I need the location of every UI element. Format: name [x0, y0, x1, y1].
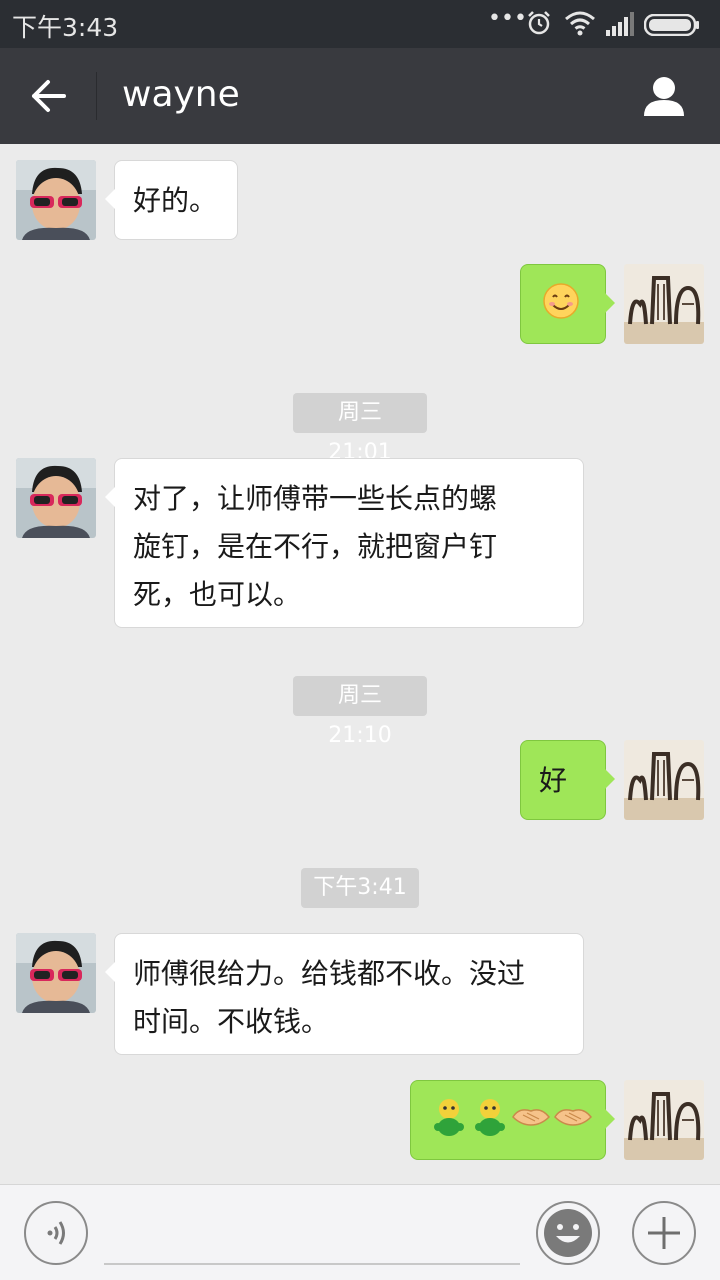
more-options-button[interactable]: [632, 1201, 696, 1265]
green-figure-emoji-icon: [475, 1099, 505, 1136]
message-text-line: 对了，让师傅带一些长点的螺: [133, 482, 498, 515]
smile-emoji-icon: [543, 283, 579, 319]
plus-icon: [648, 1217, 680, 1249]
title-bar: wayne: [0, 48, 720, 144]
message-text: 好: [539, 764, 568, 797]
chat-info-button[interactable]: [632, 66, 696, 126]
smiley-icon: [544, 1209, 592, 1257]
input-bar: [0, 1184, 720, 1280]
chat-area[interactable]: 好的。 周三 21:01 对了，让师傅带一些长点的螺 旋钉，是在不行，就把窗户钉…: [0, 144, 720, 1184]
message-bubble-outgoing[interactable]: 好: [520, 740, 615, 820]
status-time: 下午3:43: [12, 13, 119, 42]
message-bubble-incoming[interactable]: 对了，让师傅带一些长点的螺 旋钉，是在不行，就把窗户钉 死，也可以。: [105, 458, 584, 628]
signal-icon: [606, 12, 636, 40]
message-bubble-incoming[interactable]: 好的。: [105, 160, 238, 240]
message-input[interactable]: [104, 1263, 520, 1265]
message-text-line: 旋钉，是在不行，就把窗户钉: [133, 530, 498, 563]
voice-icon: [47, 1221, 65, 1245]
message-bubble-incoming[interactable]: 师傅很给力。给钱都不收。没过 时间。不收钱。: [105, 933, 584, 1055]
timestamp-chip: 周三 21:10: [293, 676, 427, 748]
person-icon: [644, 77, 684, 116]
message-bubble-outgoing[interactable]: [520, 264, 615, 344]
message-text-line: 师傅很给力。给钱都不收。没过: [133, 957, 526, 990]
my-avatar[interactable]: [624, 1080, 704, 1160]
alarm-icon: [526, 10, 552, 40]
emoji-button[interactable]: [536, 1201, 600, 1265]
title-divider: [96, 72, 97, 120]
battery-icon: [643, 13, 700, 40]
emoji-row: [434, 1099, 593, 1136]
green-figure-emoji-icon: [434, 1099, 464, 1136]
arrow-left-icon: [32, 80, 66, 112]
message-bubble-outgoing[interactable]: [410, 1080, 615, 1160]
my-avatar[interactable]: [624, 740, 704, 820]
contact-avatar[interactable]: [16, 458, 96, 538]
back-button[interactable]: [18, 66, 80, 126]
status-bar: 下午3:43 •••: [0, 0, 720, 48]
contact-avatar[interactable]: [16, 160, 96, 240]
handshake-emoji-icon: [512, 1109, 551, 1126]
message-text-line: 死，也可以。: [133, 578, 302, 611]
handshake-emoji-icon: [554, 1109, 593, 1126]
timestamp-chip: 周三 21:01: [293, 393, 427, 465]
voice-input-button[interactable]: [24, 1201, 88, 1265]
timestamp-chip: 下午3:41: [301, 868, 419, 908]
message-text: 好的。: [133, 184, 218, 217]
contact-avatar[interactable]: [16, 933, 96, 1013]
chat-title: wayne: [122, 74, 240, 115]
message-text-line: 时间。不收钱。: [133, 1005, 330, 1038]
my-avatar[interactable]: [624, 264, 704, 344]
more-dots-icon: •••: [488, 6, 527, 31]
wifi-icon: [564, 10, 596, 40]
